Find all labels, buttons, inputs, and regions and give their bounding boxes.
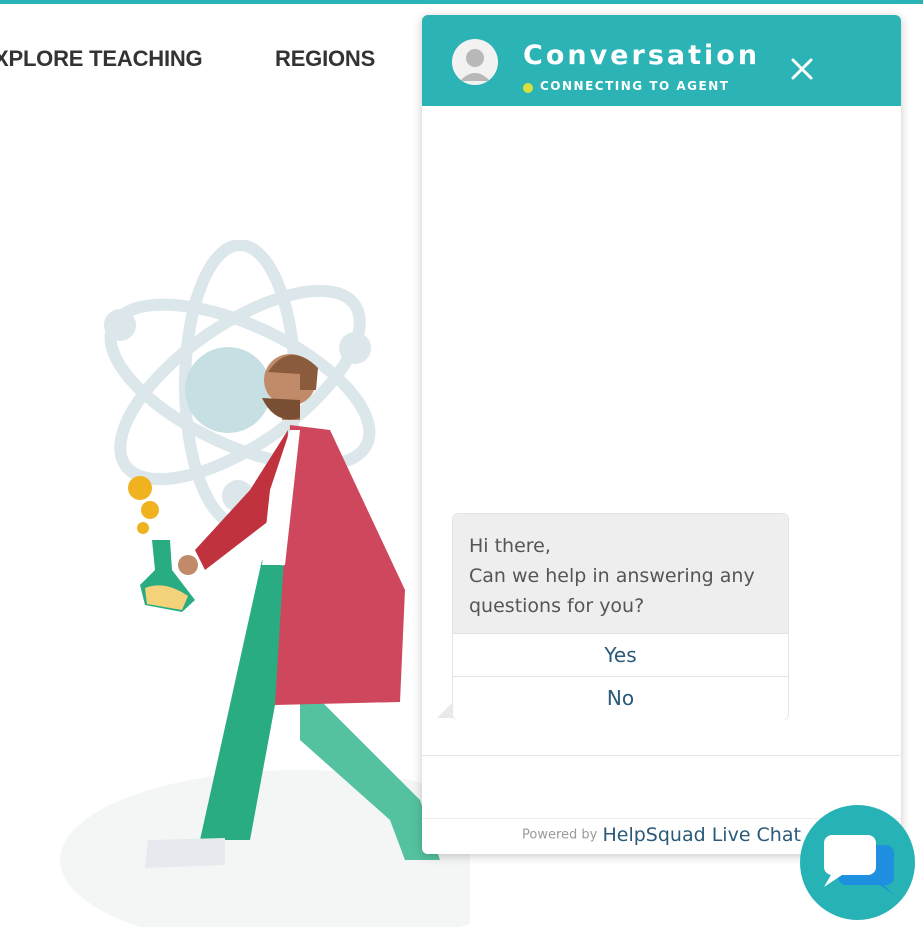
close-icon[interactable] — [786, 53, 818, 85]
chat-status: CONNECTING TO AGENT — [540, 79, 730, 93]
nav-link-regions[interactable]: REGIONS — [275, 46, 375, 72]
agent-message: Hi there, Can we help in answering any q… — [437, 513, 789, 720]
message-line: questions for you? — [469, 595, 645, 617]
reply-yes-button[interactable]: Yes — [453, 633, 788, 677]
top-accent-rule — [0, 0, 923, 4]
message-text: Hi there, Can we help in answering any q… — [453, 514, 788, 633]
bubble-tail — [437, 702, 453, 718]
chat-launcher-button[interactable] — [800, 805, 915, 920]
chat-title: Conversation — [523, 40, 761, 71]
chat-window: Conversation CONNECTING TO AGENT Hi ther… — [422, 15, 901, 854]
message-line: Hi there, — [469, 535, 551, 557]
reply-no-button[interactable]: No — [453, 676, 788, 720]
chat-bubbles-icon — [824, 835, 894, 895]
user-avatar-icon — [452, 39, 498, 85]
nav-link-explore-teaching[interactable]: XPLORE TEACHING — [0, 46, 203, 72]
scientist-illustration — [60, 240, 470, 927]
powered-by-label: Powered by — [522, 827, 598, 843]
message-line: Can we help in answering any — [469, 565, 755, 587]
chat-header: Conversation CONNECTING TO AGENT — [422, 15, 901, 106]
status-indicator — [523, 83, 533, 93]
helpsquad-link[interactable]: HelpSquad Live Chat — [602, 824, 800, 846]
